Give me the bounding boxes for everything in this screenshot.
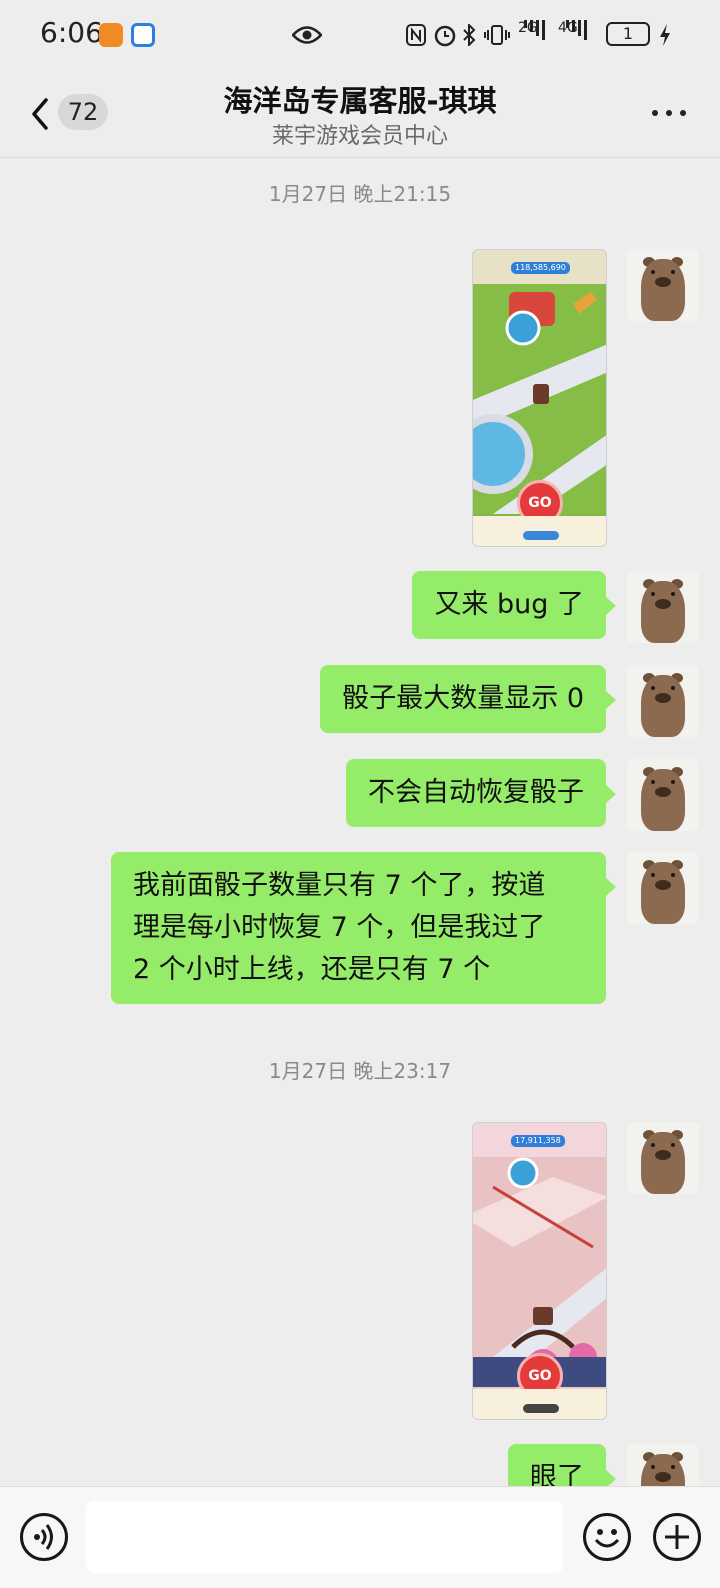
user-avatar[interactable] — [627, 759, 699, 831]
message-bubble[interactable]: 又来 bug 了 — [412, 571, 616, 639]
more-options-icon[interactable] — [652, 110, 688, 118]
alarm-icon — [434, 25, 456, 47]
message-bubble[interactable]: 我前面骰子数量只有 7 个了，按道 理是每小时恢复 7 个，但是我过了 2 个小… — [111, 852, 616, 1004]
chat-header: 72 海洋岛专属客服-琪琪 莱宇游戏会员中心 — [0, 70, 720, 158]
message-line: 理是每小时恢复 7 个，但是我过了 — [133, 912, 546, 943]
game-screenshot-image[interactable]: 118,585,690 GO — [472, 249, 607, 547]
vibrate-icon — [484, 25, 510, 45]
game-screenshot-image[interactable]: 17,911,358 GO — [472, 1122, 607, 1420]
browser-notification-icon — [131, 23, 155, 47]
network-2g-label: 2G — [518, 20, 538, 36]
system-icons: 2G 4G 1 — [406, 20, 676, 50]
more-functions-button[interactable] — [653, 1513, 701, 1561]
voice-icon — [34, 1524, 53, 1550]
plus-icon — [665, 1525, 689, 1549]
user-avatar[interactable] — [627, 571, 699, 643]
message-line: 2 个小时上线，还是只有 7 个 — [133, 954, 491, 985]
bluetooth-icon — [463, 24, 476, 46]
message-bubble[interactable]: 不会自动恢复骰子 — [346, 759, 616, 827]
user-avatar[interactable] — [627, 665, 699, 737]
smiley-icon — [594, 1529, 620, 1548]
voice-input-button[interactable] — [20, 1513, 68, 1561]
user-avatar[interactable] — [627, 852, 699, 924]
app-notification-icon — [99, 23, 123, 47]
status-bar: 6:06 2G 4G 1 — [0, 0, 720, 70]
message-input-bar — [0, 1486, 720, 1588]
message-bubble[interactable]: 骰子最大数量显示 0 — [320, 665, 616, 733]
chat-subtitle: 莱宇游戏会员中心 — [271, 124, 448, 149]
message-timestamp: 1月27日 晚上23:17 — [268, 1059, 452, 1083]
message-line: 我前面骰子数量只有 7 个了，按道 — [133, 870, 546, 901]
message-timestamp: 1月27日 晚上21:15 — [268, 182, 452, 206]
charging-icon — [660, 24, 670, 46]
user-avatar[interactable] — [627, 249, 699, 321]
emoji-button[interactable] — [583, 1513, 631, 1561]
nfc-icon — [406, 24, 426, 46]
chat-title: 海洋岛专属客服-琪琪 — [223, 84, 497, 118]
eye-comfort-icon — [292, 26, 322, 44]
screenshot-coin-count: 17,911,358 — [511, 1135, 565, 1147]
screenshot-coin-count: 118,585,690 — [511, 262, 570, 274]
status-time: 6:06 — [40, 16, 103, 49]
battery-indicator: 1 — [606, 22, 650, 46]
user-avatar[interactable] — [627, 1122, 699, 1194]
message-input[interactable] — [86, 1501, 563, 1573]
